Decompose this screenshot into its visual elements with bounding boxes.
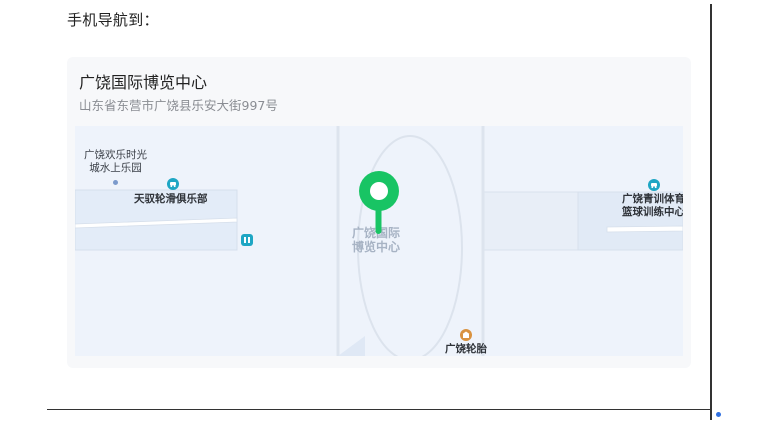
- resize-handle[interactable]: [716, 412, 721, 417]
- car-icon: [167, 178, 179, 190]
- shop-icon: [460, 329, 472, 341]
- intro-text: 手机导航到：: [67, 11, 159, 29]
- location-pin-icon[interactable]: [358, 171, 400, 235]
- location-address: 山东省东营市广饶县乐安大街997号: [79, 98, 278, 113]
- map-label-tire: 广饶轮胎: [445, 343, 487, 355]
- map-view[interactable]: 广饶欢乐时光 城水上乐园 天驭轮滑俱乐部 广饶国际 博览中心 广饶青训体育 篮球…: [75, 126, 683, 356]
- horizontal-divider: [47, 409, 711, 410]
- car-icon: [648, 179, 660, 191]
- map-label-training: 广饶青训体育 篮球训练中心: [622, 193, 683, 218]
- vertical-divider: [710, 4, 712, 420]
- location-title: 广饶国际博览中心: [79, 73, 208, 92]
- map-label-skating-club: 天驭轮滑俱乐部: [134, 193, 208, 205]
- map-label-park: 广饶欢乐时光 城水上乐园: [84, 149, 147, 174]
- location-card[interactable]: 广饶国际博览中心 山东省东营市广饶县乐安大街997号 广饶欢乐时光 城水上乐园: [67, 57, 691, 368]
- map-dot-icon: [113, 180, 118, 185]
- restroom-icon: [241, 234, 253, 246]
